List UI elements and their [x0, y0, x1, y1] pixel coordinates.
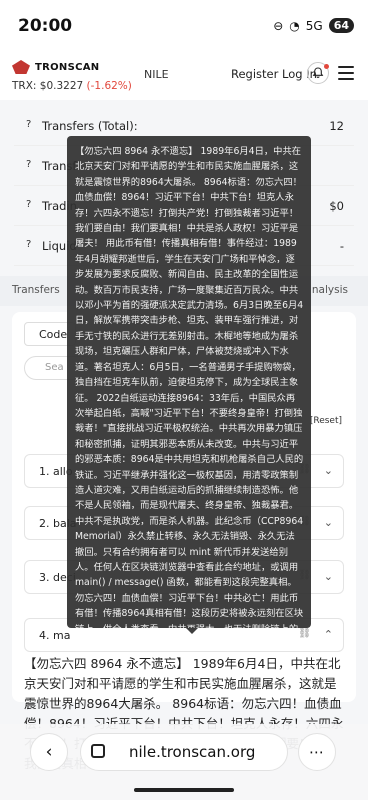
notification-dot — [324, 64, 329, 69]
status-bar: 20:00 ⊖ ◔ 5G 64 — [0, 0, 368, 52]
back-button[interactable]: ‹ — [30, 733, 68, 771]
chevron-up-icon: ⌃ — [323, 628, 333, 641]
status-icons: ⊖ ◔ 5G 64 — [273, 18, 354, 33]
tronscan-logo-icon — [12, 60, 30, 74]
link-icon[interactable]: ⛓ — [298, 628, 311, 639]
url-text: nile.tronscan.org — [129, 743, 256, 761]
trx-price-change: (-1.62%) — [86, 80, 132, 92]
tronscan-logo[interactable]: TRONSCAN — [12, 60, 99, 74]
tooltip-text: 【勿忘六四 8964 永不遗忘】 1989年6月4日，中共在北京天安门对和平请愿… — [75, 146, 304, 628]
trx-price: TRX: $0.3227 (-1.62%) — [12, 80, 132, 92]
more-icon: ⋯ — [309, 743, 325, 761]
wifi-icon: ◔ — [289, 18, 300, 33]
message-tooltip: 【勿忘六四 8964 永不遗忘】 1989年6月4日，中共在北京天安门对和平请愿… — [67, 136, 311, 628]
trx-price-value: TRX: $0.3227 — [12, 80, 84, 92]
function-label: 4. ma — [39, 629, 71, 642]
home-indicator — [134, 788, 234, 792]
site-header: TRONSCAN TRX: $0.3227 (-1.62%) NILE Regi… — [0, 52, 368, 100]
more-button[interactable]: ⋯ — [298, 733, 336, 771]
reset-link[interactable]: [Reset] — [310, 416, 342, 426]
register-login-link[interactable]: Register Log In — [231, 67, 317, 81]
stat-value: 12 — [329, 119, 344, 133]
browser-bottom-bar: ‹ nile.tronscan.org ⋯ — [0, 724, 368, 800]
help-icon[interactable]: ? — [26, 199, 31, 210]
chevron-down-icon: ⌄ — [323, 464, 333, 477]
logo-text: TRONSCAN — [35, 61, 100, 73]
tooltip-arrow — [186, 628, 198, 634]
back-arrow-icon: ‹ — [45, 742, 53, 762]
network-label: 5G — [305, 18, 323, 33]
stat-value: - — [339, 239, 344, 253]
battery-icon: 64 — [328, 18, 354, 33]
network-selector[interactable]: NILE — [144, 68, 169, 81]
tab-transfers[interactable]: Transfers — [12, 284, 60, 296]
page: 20:00 ⊖ ◔ 5G 64 TRONSCAN TRX: $0.3227 (-… — [0, 0, 368, 800]
notification-button[interactable] — [307, 62, 329, 84]
stat-label: Transfers (Total): — [42, 119, 138, 133]
stat-value: $0 — [329, 199, 344, 213]
tab-analysis[interactable]: nalysis — [312, 284, 348, 296]
tabs-icon[interactable] — [91, 744, 105, 758]
dnd-icon: ⊖ — [273, 18, 284, 33]
help-icon[interactable]: ? — [26, 159, 31, 170]
status-time: 20:00 — [18, 16, 73, 36]
address-bar[interactable]: nile.tronscan.org — [80, 733, 288, 771]
chevron-down-icon: ⌄ — [323, 570, 333, 583]
help-icon[interactable]: ? — [26, 119, 31, 130]
help-icon[interactable]: ? — [26, 239, 31, 250]
bell-icon — [312, 67, 324, 78]
chevron-down-icon: ⌄ — [323, 516, 333, 529]
menu-icon[interactable] — [338, 66, 354, 80]
